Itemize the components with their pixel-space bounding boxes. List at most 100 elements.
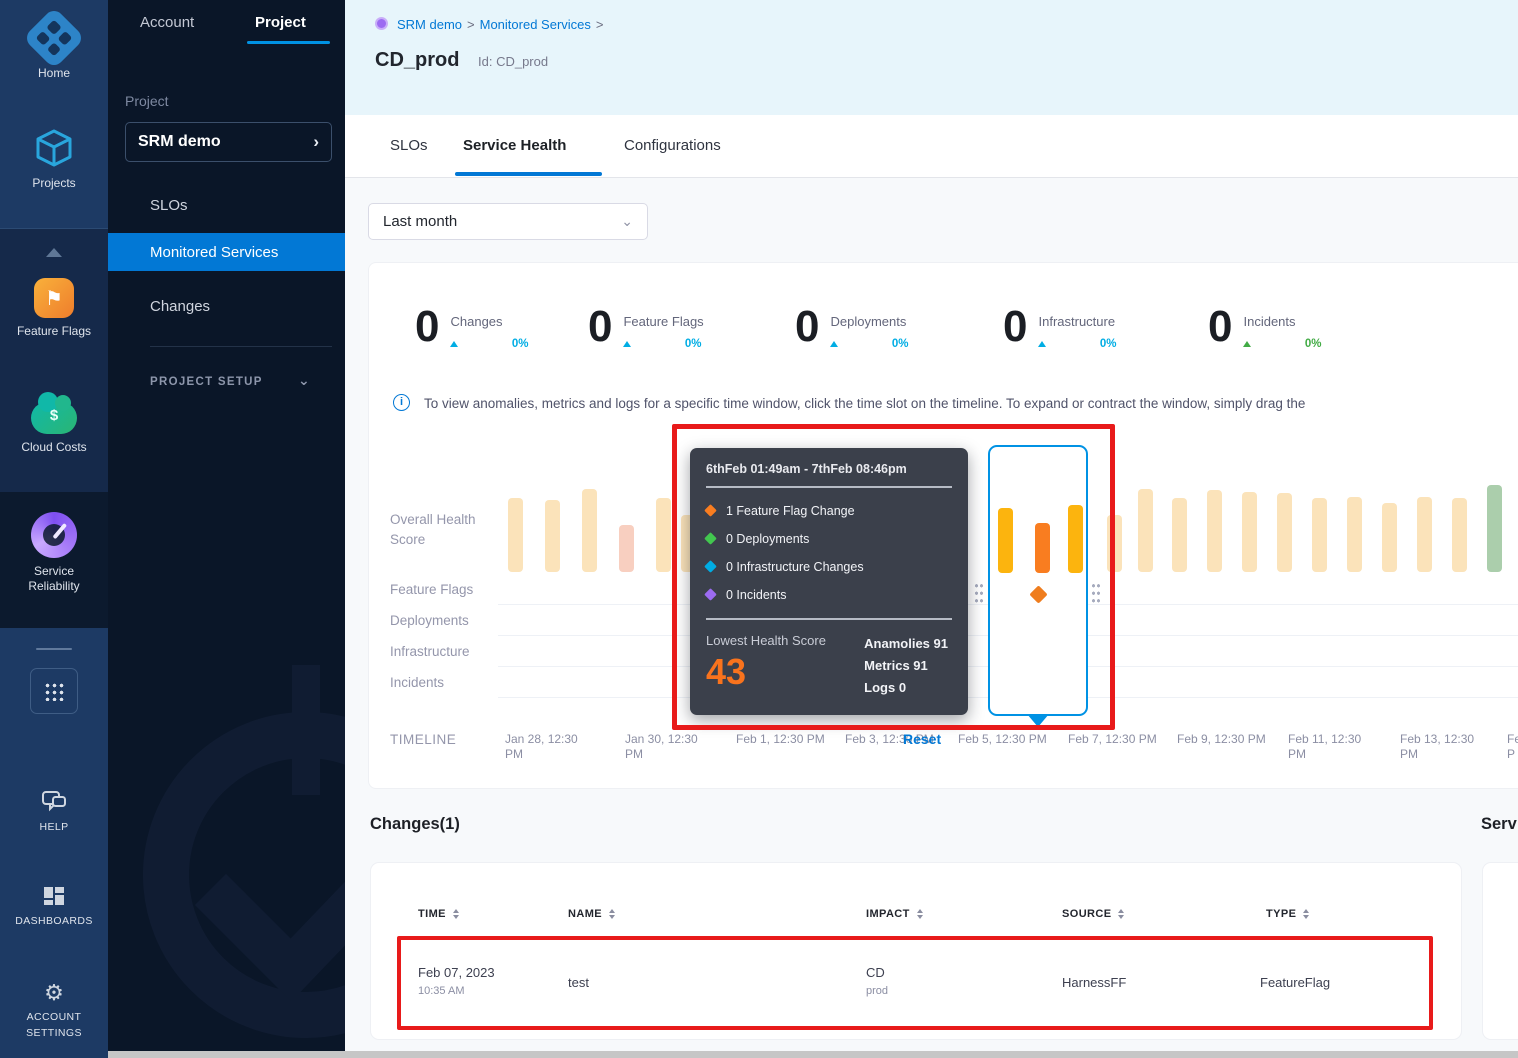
project-selector[interactable]: SRM demo › (125, 122, 332, 162)
nav-item-changes[interactable]: Changes (108, 287, 345, 325)
sidebar-item-projects[interactable]: Projects (0, 126, 108, 191)
stat-trend: 0% (450, 338, 528, 350)
chevron-down-icon: ⌄ (298, 372, 310, 389)
timeline-tick-label: Feb 13, 12:30PM (1400, 732, 1496, 762)
stat-value: 0 (1003, 301, 1027, 353)
health-score-bar[interactable] (1138, 489, 1153, 572)
stat-detail: Incidents0% (1243, 301, 1321, 353)
sidebar-divider-dash (36, 648, 72, 650)
sidebar-item-label: HELP (0, 820, 108, 835)
breadcrumb-link-project[interactable]: SRM demo (397, 17, 462, 32)
stat-trend: 0% (1243, 338, 1321, 350)
health-score-bar[interactable] (1382, 503, 1397, 572)
stat-label: Feature Flags (623, 314, 701, 329)
column-header-label: IMPACT (866, 908, 910, 920)
stat-value: 0 (588, 301, 612, 353)
column-header-source[interactable]: SOURCE (1062, 908, 1124, 920)
info-icon: i (393, 394, 410, 411)
sidebar-item-label: SETTINGS (0, 1026, 108, 1041)
stat-trend: 0% (623, 338, 701, 350)
page-header: SRM demo>Monitored Services> CD_prod Id:… (345, 0, 1518, 115)
health-score-bar[interactable] (1107, 515, 1122, 572)
health-score-bar[interactable] (1172, 498, 1187, 572)
tab-service-health[interactable]: Service Health (463, 137, 566, 154)
sidebar-item-feature-flags[interactable]: ⚑ Feature Flags (0, 278, 108, 339)
sort-icon[interactable] (609, 909, 615, 919)
module-picker-button[interactable] (30, 668, 78, 714)
stat-changes: 0Changes0% (415, 301, 528, 353)
module-scroll-up[interactable] (0, 248, 108, 257)
trend-up-icon (1038, 341, 1046, 347)
row-label-incidents: Incidents (390, 675, 444, 690)
breadcrumb-link-monitored-services[interactable]: Monitored Services (480, 17, 591, 32)
health-score-bar[interactable] (1452, 498, 1467, 572)
health-score-bar[interactable] (1347, 497, 1362, 572)
chevron-right-icon: › (313, 132, 319, 152)
selected-window-bar[interactable] (998, 508, 1013, 573)
selected-time-window[interactable] (988, 445, 1088, 716)
cell-impact-sub: prod (866, 985, 888, 997)
column-header-time[interactable]: TIME (418, 908, 459, 920)
health-score-bar[interactable] (545, 500, 560, 572)
sidebar-item-help[interactable]: HELP (0, 790, 108, 835)
cell-name[interactable]: test (568, 975, 589, 990)
selected-window-bar[interactable] (1068, 505, 1083, 573)
sidebar-item-home[interactable]: Home (0, 16, 108, 81)
cell-impact[interactable]: CD (866, 965, 885, 980)
sidebar-item-service-reliability[interactable]: Service Reliability (0, 512, 108, 594)
nav-item-label: Changes (150, 298, 210, 315)
cell-type[interactable]: FeatureFlag (1260, 975, 1330, 990)
tooltip-divider (706, 486, 952, 488)
health-score-bar[interactable] (1277, 493, 1292, 572)
stat-label: Deployments (830, 314, 908, 329)
harness-logo-icon (23, 7, 85, 69)
column-header-type[interactable]: TYPE (1266, 908, 1309, 920)
reset-link[interactable]: Reset (903, 731, 941, 747)
selected-window-bar[interactable] (1035, 523, 1050, 573)
diamond-icon (704, 560, 717, 573)
health-score-bar[interactable] (582, 489, 597, 572)
health-score-bar[interactable] (656, 498, 671, 572)
active-tab-underline (247, 41, 330, 44)
service-reliability-watermark (116, 665, 345, 1051)
cell-source[interactable]: HarnessFF (1062, 975, 1126, 990)
selection-drag-handle-left[interactable] (974, 582, 984, 604)
trend-up-icon (1243, 341, 1251, 347)
health-score-bar[interactable] (1312, 498, 1327, 572)
timeline-axis-label: TIMELINE (390, 732, 456, 747)
health-score-bar[interactable] (1417, 497, 1432, 572)
sidebar-item-label: Projects (0, 176, 108, 191)
sort-icon[interactable] (1118, 909, 1124, 919)
project-setup-toggle[interactable]: PROJECT SETUP (150, 376, 263, 388)
tab-account[interactable]: Account (140, 14, 194, 31)
health-score-bar[interactable] (619, 525, 634, 572)
column-header-name[interactable]: NAME (568, 908, 615, 920)
cell-time[interactable]: Feb 07, 2023 (418, 965, 495, 980)
side-card-partial (1482, 862, 1518, 1040)
breadcrumb-separator: > (596, 17, 604, 32)
tab-slos[interactable]: SLOs (390, 137, 428, 154)
tab-configurations[interactable]: Configurations (624, 137, 721, 154)
tooltip-event-text: 0 Infrastructure Changes (726, 560, 864, 574)
sidebar-item-account-settings[interactable]: ⚙ ACCOUNT SETTINGS (0, 982, 108, 1041)
selection-drag-handle-right[interactable] (1091, 582, 1101, 604)
time-range-select[interactable]: Last month ⌄ (368, 203, 648, 240)
sidebar-item-cloud-costs[interactable]: $ Cloud Costs (0, 402, 108, 455)
tab-project[interactable]: Project (255, 14, 306, 31)
page-tabs-bar: SLOs Service Health Configurations (345, 115, 1518, 178)
health-score-bar[interactable] (508, 498, 523, 572)
sort-icon[interactable] (917, 909, 923, 919)
health-score-bar[interactable] (1487, 485, 1502, 572)
sidebar-item-dashboards[interactable]: DASHBOARDS (0, 884, 108, 929)
sort-icon[interactable] (1303, 909, 1309, 919)
diamond-icon (704, 588, 717, 601)
sort-icon[interactable] (453, 909, 459, 919)
health-score-bar[interactable] (1242, 492, 1257, 572)
nav-item-slos[interactable]: SLOs (108, 186, 345, 224)
health-score-bar[interactable] (1207, 490, 1222, 572)
project-selector-value: SRM demo (138, 133, 221, 151)
stat-percent: 0% (1305, 338, 1322, 350)
nav-item-monitored-services[interactable]: Monitored Services (108, 233, 345, 271)
column-header-impact[interactable]: IMPACT (866, 908, 923, 920)
row-label-deployments: Deployments (390, 613, 469, 628)
